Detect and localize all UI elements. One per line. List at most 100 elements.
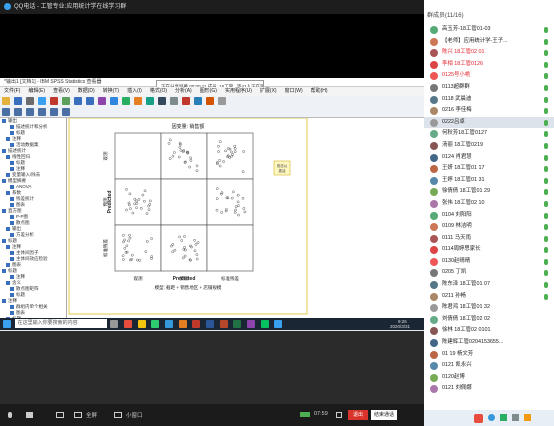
plus-icon[interactable] <box>26 108 34 116</box>
menu-item[interactable]: 分析(A) <box>175 88 192 94</box>
member-item[interactable]: 0124 肖君慧 <box>424 152 554 164</box>
member-item[interactable]: 0113超群群 <box>424 82 554 94</box>
show-icon[interactable] <box>206 97 214 105</box>
taskbar-search-box[interactable]: 在这里输入你要搜索的内容 <box>14 319 107 328</box>
member-item[interactable]: 0114周婷思家长 <box>424 244 554 256</box>
hide-icon[interactable] <box>218 97 226 105</box>
menu-item[interactable]: 实用程序(U) <box>225 88 252 94</box>
preview-icon[interactable] <box>38 97 46 105</box>
minus-icon[interactable] <box>38 108 46 116</box>
member-item[interactable]: 0109 林洁明 <box>424 221 554 233</box>
menu-item[interactable]: 格式(O) <box>150 88 167 94</box>
member-item[interactable]: 陈兴 18工管02 01 <box>424 47 554 59</box>
output-pane[interactable]: 因变量: 销售额 观测 预测 标准残差 观测 预测 标准残差 Predicted Predict… <box>67 118 424 322</box>
member-item[interactable]: 张伟 18工管02 10 <box>424 198 554 210</box>
member-item[interactable]: 0211 孙畅 <box>424 291 554 303</box>
member-item[interactable]: 徐倩倩 18工管01 29 <box>424 186 554 198</box>
tray-icon-2[interactable] <box>500 414 507 421</box>
member-item[interactable]: 01 19 杨文芳 <box>424 349 554 361</box>
small-window-icon[interactable] <box>114 412 122 418</box>
member-item[interactable]: 王婷 18工管01 31 <box>424 175 554 187</box>
variables-icon[interactable] <box>122 97 130 105</box>
member-item[interactable]: 0222吕卓 <box>424 116 554 129</box>
goto-case-icon[interactable] <box>110 97 118 105</box>
spss-taskbar-icon[interactable] <box>247 320 256 328</box>
app-icon-2[interactable] <box>151 320 160 328</box>
menu-item[interactable]: 转换(T) <box>103 88 119 94</box>
powerpoint-icon[interactable] <box>219 320 228 328</box>
fullscreen-label[interactable]: 全屏 <box>86 411 97 419</box>
goto-data-icon[interactable] <box>98 97 106 105</box>
collapse-icon[interactable] <box>62 108 70 116</box>
member-list[interactable]: 高玉芳-18工管01-03 【老师】应用统计学-王子... 陈兴 18工管02 01… <box>424 24 554 426</box>
member-item[interactable]: 汤丽 18工管0219 <box>424 140 554 152</box>
task-view-icon[interactable] <box>110 320 119 328</box>
app-icon-4[interactable] <box>178 320 187 328</box>
word-icon[interactable] <box>206 320 215 328</box>
member-item[interactable]: 何秋芳18工管0127 <box>424 128 554 140</box>
exit-button[interactable]: 退出 <box>348 410 368 420</box>
undo-icon[interactable] <box>74 97 82 105</box>
small-window-label[interactable]: 小窗口 <box>126 411 143 419</box>
end-call-button[interactable]: 结束通话 <box>371 410 397 420</box>
select-output-icon[interactable] <box>146 97 154 105</box>
excel-icon[interactable] <box>233 320 242 328</box>
menu-item[interactable]: 插入(I) <box>127 88 142 94</box>
member-item[interactable]: 0121 凯永兴 <box>424 360 554 372</box>
member-item[interactable]: 0205 丁凯 <box>424 267 554 279</box>
scatterplot-matrix-chart[interactable]: 因变量: 销售额观测 预测 标准残差观测预测标准残差PredictedPredict… <box>67 118 424 322</box>
insert-icon[interactable] <box>158 97 166 105</box>
member-item[interactable]: 李相 18工管0126 <box>424 59 554 71</box>
wechat-icon[interactable] <box>260 320 269 328</box>
fullscreen-icon[interactable] <box>74 412 82 418</box>
screen-share-icon[interactable] <box>56 412 64 418</box>
member-item[interactable]: 0120赵博 <box>424 372 554 384</box>
text-icon[interactable] <box>194 97 202 105</box>
save-icon[interactable] <box>14 97 22 105</box>
menu-item[interactable]: 数据(D) <box>78 88 95 94</box>
tray-icon-1[interactable] <box>488 414 495 421</box>
recall-dialog-icon[interactable] <box>62 97 70 105</box>
member-item[interactable]: 陈东泽 18工管01 07 <box>424 279 554 291</box>
open-folder-icon[interactable] <box>2 97 10 105</box>
qq-taskbar-icon[interactable] <box>274 320 283 328</box>
menu-item[interactable]: 窗口(W) <box>285 88 303 94</box>
member-item[interactable]: 0121 刘佩娜 <box>424 383 554 395</box>
export-icon[interactable] <box>50 97 58 105</box>
member-item[interactable]: 0104 刘阳阳 <box>424 210 554 222</box>
member-item[interactable]: 0130赵晴晴 <box>424 256 554 268</box>
member-item[interactable]: 0111 马天雨 <box>424 233 554 245</box>
menu-item[interactable]: 查看(V) <box>53 88 70 94</box>
settings-icon[interactable] <box>336 412 342 418</box>
member-item[interactable]: 陈君鸿 18工管01 32 <box>424 302 554 314</box>
member-item[interactable]: 陈建辉工管0204153655... <box>424 337 554 349</box>
member-item[interactable]: 0125号小艳 <box>424 70 554 82</box>
member-item[interactable]: 王妍 18工管01 17 <box>424 163 554 175</box>
redo-icon[interactable] <box>86 97 94 105</box>
member-item[interactable]: 0216 李佳梅 <box>424 105 554 117</box>
member-item[interactable]: 【老师】应用统计学-王子... <box>424 36 554 48</box>
heading-icon[interactable] <box>170 97 178 105</box>
member-item[interactable]: 0118 武晨迪 <box>424 94 554 106</box>
arrow-right-icon[interactable] <box>14 108 22 116</box>
file-explorer-icon[interactable] <box>137 320 146 328</box>
title-icon[interactable] <box>182 97 190 105</box>
member-item[interactable]: 刘倩倩 18工管02 02 <box>424 314 554 326</box>
menu-item[interactable]: 帮助(H) <box>311 88 328 94</box>
microphone-icon[interactable] <box>8 412 12 418</box>
menu-item[interactable]: 扩展(X) <box>260 88 277 94</box>
arrow-left-icon[interactable] <box>2 108 10 116</box>
app-icon-5[interactable] <box>192 320 201 328</box>
windows-start-icon[interactable] <box>3 320 11 328</box>
speaker-icon[interactable] <box>26 412 33 418</box>
ime-icon[interactable] <box>474 414 483 423</box>
print-icon[interactable] <box>26 97 34 105</box>
member-item[interactable]: 高玉芳-18工管01-03 <box>424 24 554 36</box>
menu-item[interactable]: 图形(G) <box>200 88 217 94</box>
app-icon-1[interactable] <box>124 320 133 328</box>
tray-icon-3[interactable] <box>512 414 519 421</box>
chart-icon[interactable] <box>134 97 142 105</box>
app-icon-3[interactable] <box>165 320 174 328</box>
outline-tree[interactable]: 输出 描述统计和分析 标题 注释 活动数据集 描述统计 线性回归 标题 注释 变量输入/除去 模型摘… <box>0 118 67 322</box>
expand-icon[interactable] <box>50 108 58 116</box>
